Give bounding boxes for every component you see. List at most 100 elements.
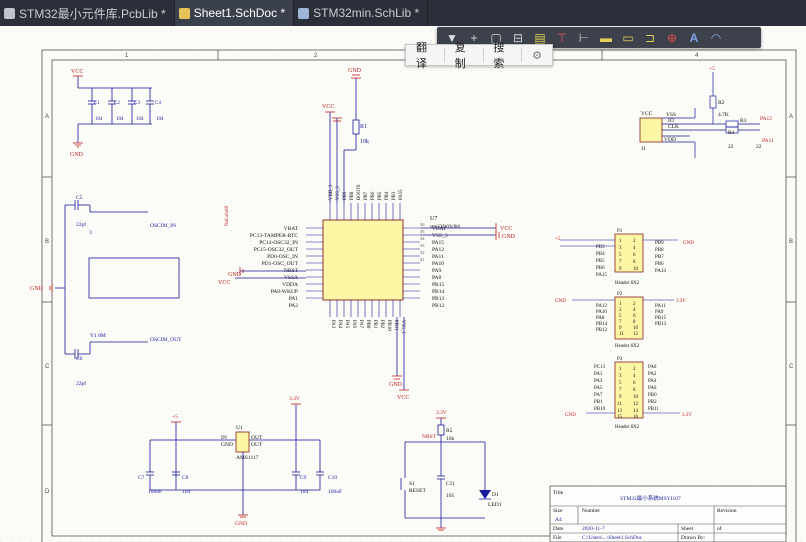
svg-text:PA12: PA12 [760, 116, 772, 122]
svg-text:PA12: PA12 [432, 247, 444, 253]
svg-text:C11: C11 [446, 481, 455, 487]
svg-text:PC15-OSC32_OUT: PC15-OSC32_OUT [254, 247, 299, 253]
svg-text:34: 34 [420, 236, 425, 241]
svg-text:R5: R5 [446, 428, 453, 434]
svg-text:VBAT: VBAT [284, 226, 299, 232]
svg-text:PC13-TAMPER-RTC: PC13-TAMPER-RTC [250, 233, 298, 239]
schematic-canvas[interactable]: 1 2 4 A B C D A B C VCC GND C1 C2 C3 C4 … [0, 26, 806, 542]
svg-text:PB5: PB5 [596, 259, 605, 264]
svg-text:Header 8X2: Header 8X2 [615, 281, 640, 286]
svg-text:13: 13 [617, 409, 623, 414]
svg-text:C7: C7 [138, 475, 145, 481]
svg-text:U1: U1 [236, 425, 243, 431]
svg-text:104: 104 [116, 117, 124, 122]
svg-text:Title: Title [553, 490, 564, 496]
net-label-icon[interactable]: ▬ [597, 30, 615, 46]
svg-text:Size: Size [553, 508, 563, 514]
harness-icon[interactable]: ⊐ [641, 30, 659, 46]
crystal-gnd-label: GND [30, 286, 44, 292]
arc-icon[interactable]: ◠ [707, 30, 725, 46]
svg-text:C2: C2 [114, 101, 120, 106]
svg-text:C4: C4 [155, 101, 161, 106]
svg-text:PB12: PB12 [432, 303, 444, 309]
svg-text:14: 14 [633, 409, 639, 414]
svg-text:PB9: PB9 [655, 241, 664, 246]
settings-icon[interactable]: ⚙ [522, 49, 552, 62]
svg-text:PA3: PA3 [594, 379, 603, 384]
svg-text:PB10: PB10 [594, 407, 606, 412]
svg-text:10: 10 [633, 267, 639, 272]
svg-text:STM32最小系统MSYI107: STM32最小系统MSYI107 [620, 494, 681, 502]
svg-text:100uF: 100uF [328, 489, 342, 495]
tab-pcblib[interactable]: STM32最小元件库.PcbLib * [0, 0, 175, 26]
svg-text:PB6: PB6 [655, 262, 664, 267]
svg-text:PB1: PB1 [594, 400, 603, 405]
svg-text:PA8: PA8 [596, 316, 605, 321]
svg-text:VCC: VCC [218, 280, 230, 286]
svg-text:35: 35 [420, 229, 425, 234]
wire-icon[interactable]: ⊤ [553, 30, 571, 46]
svg-text:PA8: PA8 [432, 275, 442, 281]
svg-text:stm32f103c8t6: stm32f103c8t6 [430, 225, 460, 230]
search-button[interactable]: 搜索 [483, 39, 521, 71]
schematic-drawing[interactable]: 1 2 4 A B C D A B C VCC GND C1 C2 C3 C4 … [0, 26, 806, 542]
svg-text:NuLabel8: NuLabel8 [225, 206, 230, 226]
svg-text:PB4: PB4 [596, 252, 605, 257]
schematic-file-icon [178, 7, 190, 19]
svg-text:D1: D1 [492, 492, 499, 498]
svg-text:PA15: PA15 [399, 189, 404, 200]
svg-text:10k: 10k [360, 139, 369, 145]
svg-text:VSS_3: VSS_3 [432, 233, 448, 239]
svg-text:PA9: PA9 [655, 310, 664, 315]
port-icon[interactable]: ▭ [619, 30, 637, 46]
svg-text:U7: U7 [430, 216, 437, 222]
svg-text:PA6: PA6 [648, 386, 657, 391]
svg-text:PA12: PA12 [596, 304, 607, 309]
svg-text:Revision: Revision [717, 508, 737, 514]
svg-text:NRST: NRST [422, 434, 437, 440]
svg-text:PA7: PA7 [358, 320, 363, 329]
svg-text:PA15: PA15 [432, 240, 444, 246]
svg-text:PB14: PB14 [596, 322, 608, 327]
svg-text:GND: GND [228, 272, 242, 278]
svg-text:105: 105 [446, 493, 455, 499]
svg-text:VCC: VCC [500, 226, 512, 232]
svg-text:P3: P3 [617, 357, 623, 362]
text-icon[interactable]: A [685, 30, 703, 46]
svg-text:GND: GND [555, 299, 566, 304]
tab-schdoc[interactable]: Sheet1.SchDoc * [174, 0, 295, 26]
translate-button[interactable]: 翻译 [406, 39, 444, 71]
svg-text:GND: GND [389, 382, 403, 388]
svg-text:104: 104 [156, 117, 164, 122]
copy-button[interactable]: 复制 [445, 39, 483, 71]
svg-text:11: 11 [619, 332, 624, 337]
tab-schlib[interactable]: STM32min.SchLib * [294, 0, 429, 26]
svg-text:PA15: PA15 [596, 273, 607, 278]
svg-text:PB2: PB2 [648, 400, 657, 405]
svg-text:104: 104 [95, 117, 103, 122]
svg-text:PA2: PA2 [289, 303, 299, 309]
svg-text:104: 104 [182, 489, 191, 495]
svg-text:PA6: PA6 [351, 320, 356, 329]
svg-text:PB13: PB13 [432, 296, 444, 302]
power-port-icon[interactable]: ⊢ [575, 30, 593, 46]
svg-text:36: 36 [420, 222, 425, 227]
tab-label: STM32min.SchLib * [313, 6, 420, 20]
svg-text:C1: C1 [94, 101, 100, 106]
svg-text:C3: C3 [134, 101, 140, 106]
svg-text:PB10: PB10 [386, 320, 391, 331]
svg-text:C10: C10 [328, 475, 337, 481]
svg-text:10: 10 [633, 326, 639, 331]
svg-text:C6: C6 [76, 356, 83, 362]
svg-text:PB1: PB1 [372, 320, 377, 329]
svg-text:PB0: PB0 [648, 393, 657, 398]
svg-text:100uF: 100uF [148, 489, 162, 495]
svg-text:Y1 8M: Y1 8M [90, 333, 106, 339]
tab-label: STM32最小元件库.PcbLib * [19, 6, 166, 21]
no-erc-icon[interactable]: ⊕ [663, 30, 681, 46]
svg-text:PB8: PB8 [655, 248, 664, 253]
zone-row-c-right: C [789, 364, 794, 370]
svg-text:PB11: PB11 [648, 407, 659, 412]
svg-text:C:\Users\...\Sheet1.SchDoc: C:\Users\...\Sheet1.SchDoc [582, 535, 643, 541]
svg-text:15: 15 [617, 415, 623, 420]
